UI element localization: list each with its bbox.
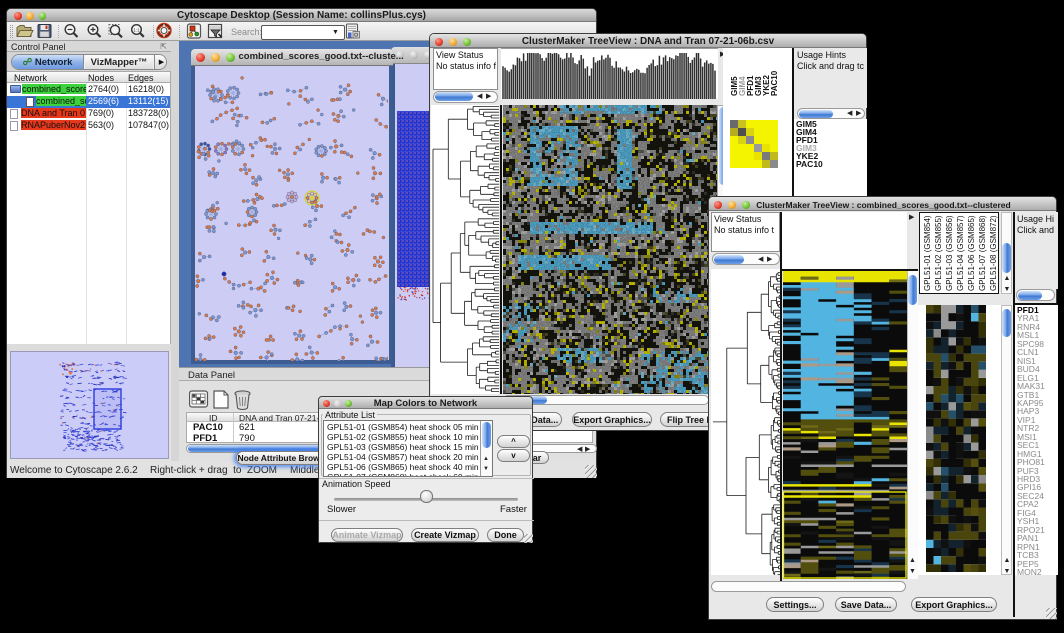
svg-text:1:1: 1:1: [133, 28, 140, 33]
